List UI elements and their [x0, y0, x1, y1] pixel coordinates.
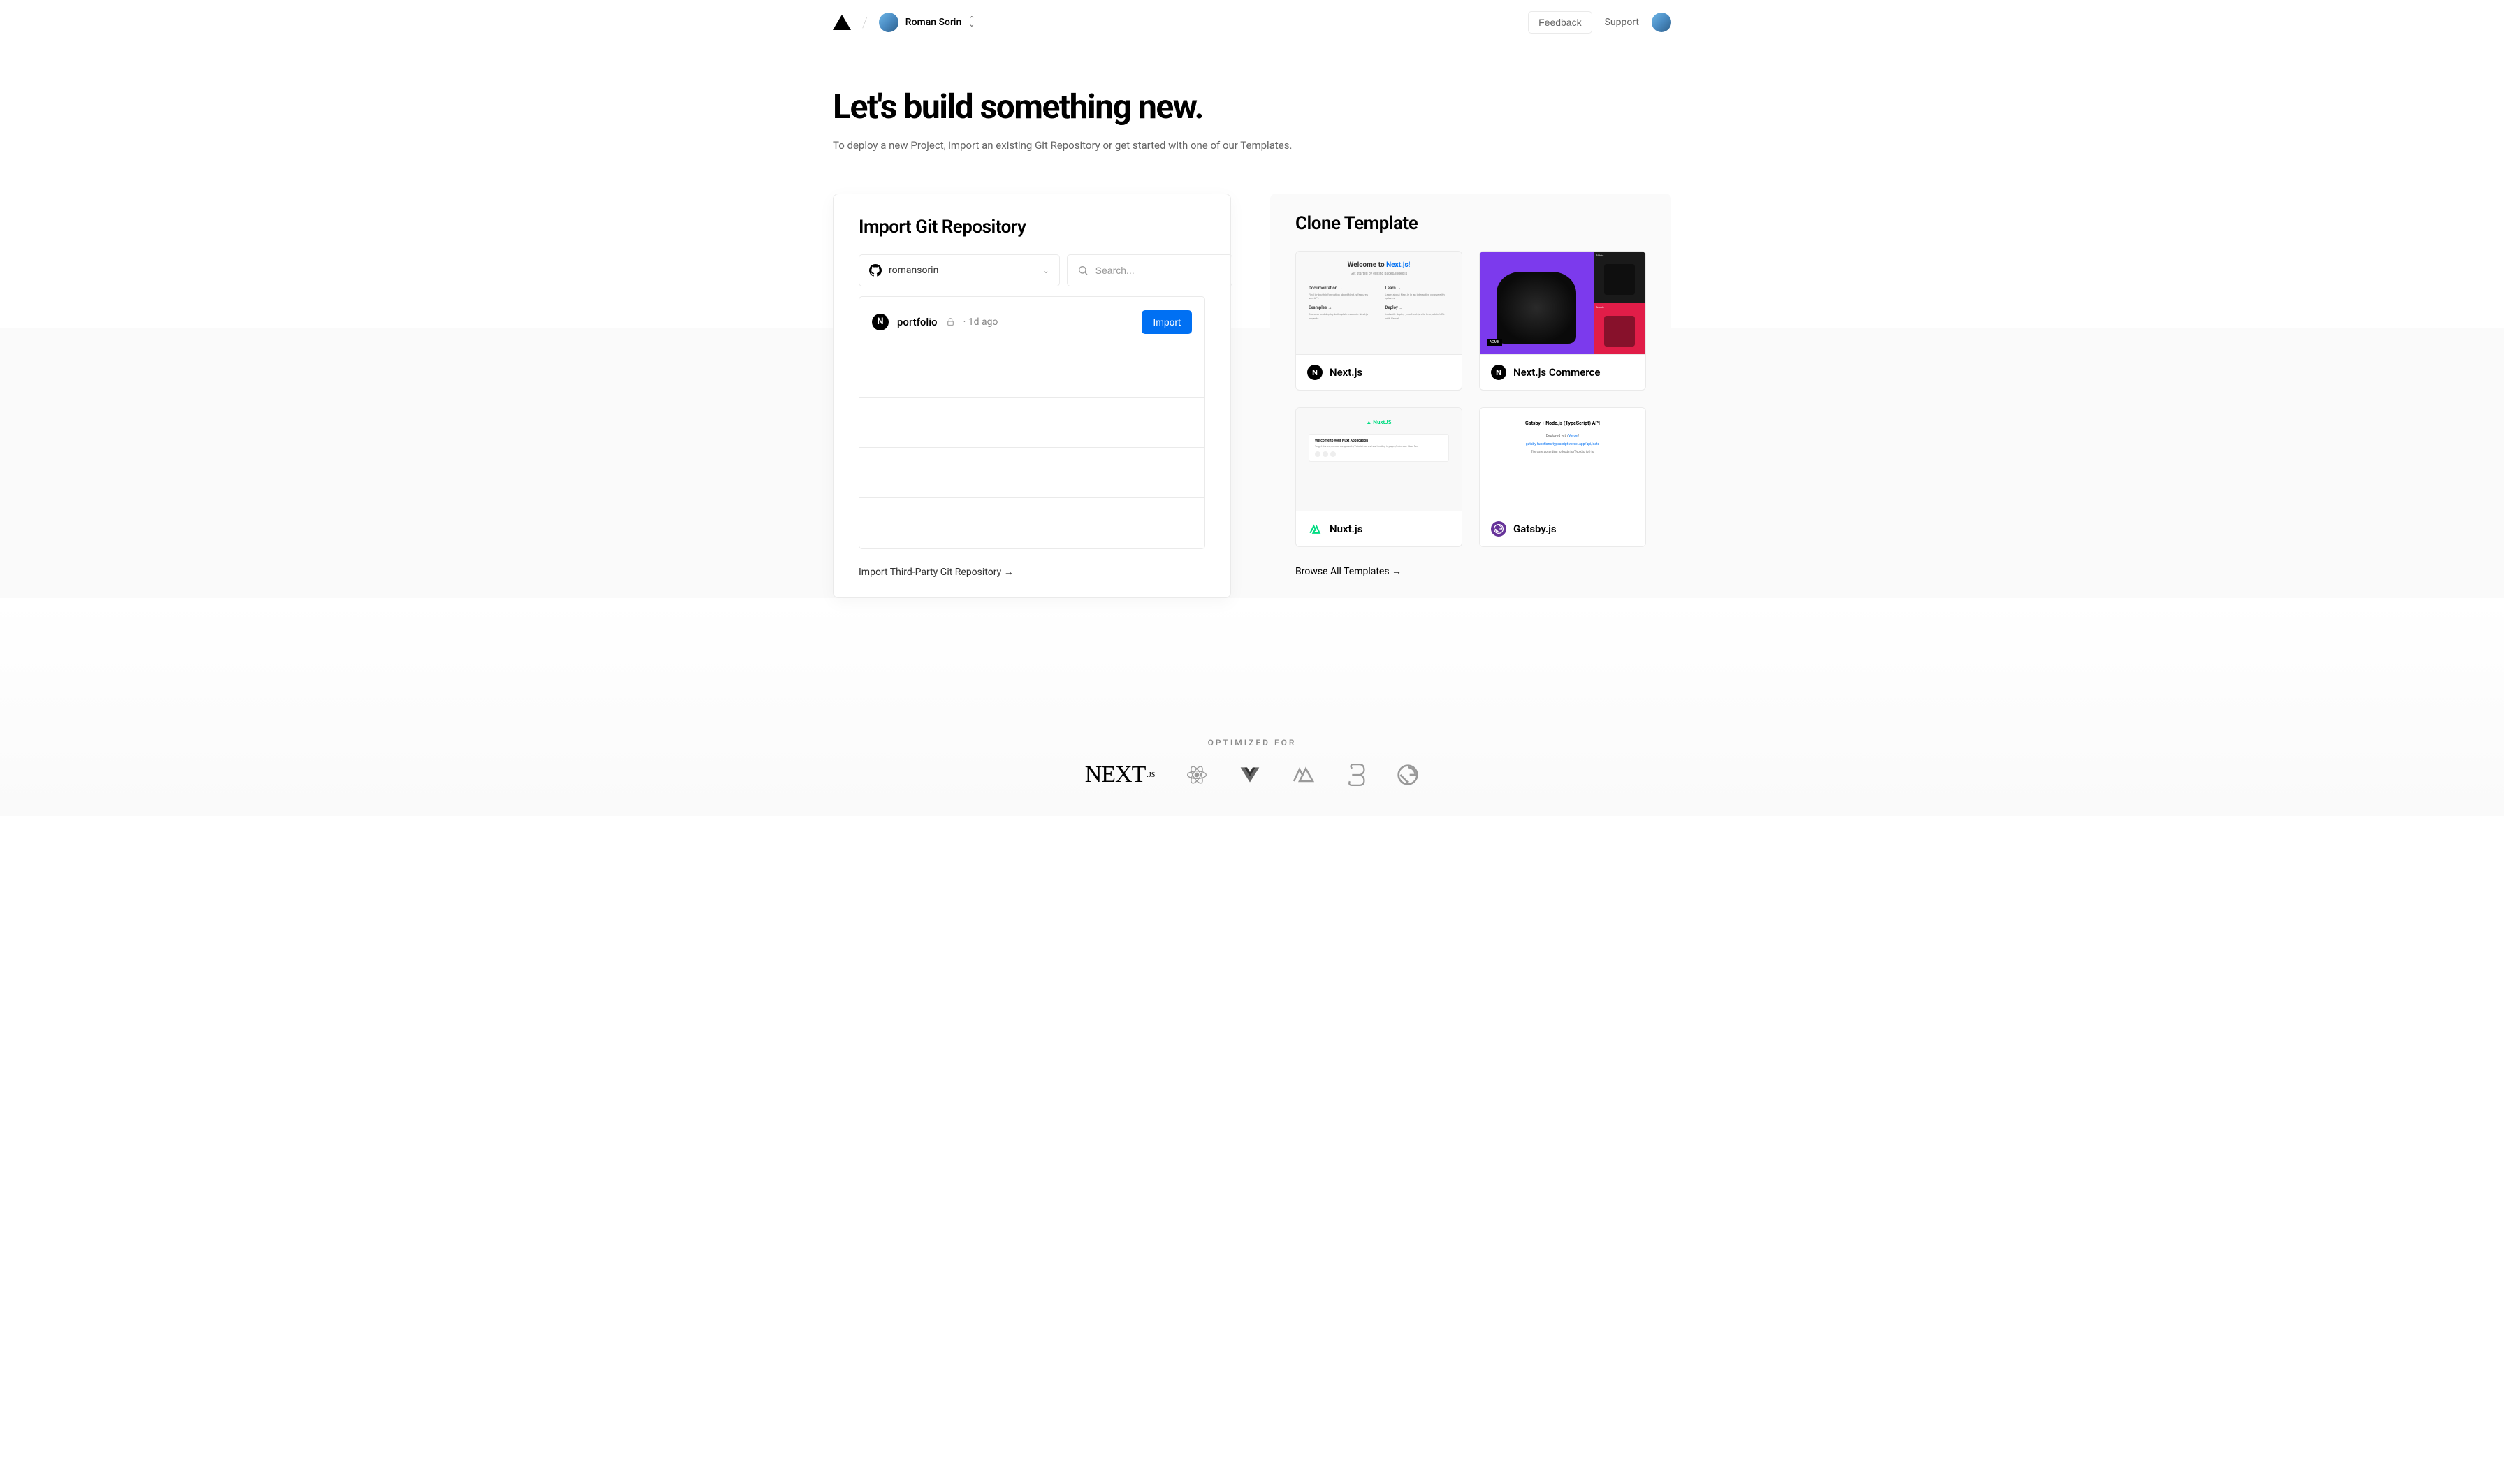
clone-title: Clone Template	[1295, 213, 1646, 234]
feedback-button[interactable]: Feedback	[1528, 11, 1592, 34]
chevron-down-icon: ⌄	[1042, 266, 1049, 275]
lock-icon	[946, 317, 955, 326]
page-subtitle: To deploy a new Project, import an exist…	[833, 139, 1671, 152]
nextjs-icon: N	[1491, 365, 1506, 380]
template-name: Next.js Commerce	[1513, 366, 1600, 379]
account-avatar-icon	[879, 13, 898, 32]
nextjs-logo-icon: NEXT.JS	[1085, 762, 1156, 788]
template-name: Next.js	[1330, 366, 1362, 379]
repo-row-empty	[859, 398, 1204, 448]
user-avatar-icon[interactable]	[1652, 13, 1671, 32]
vercel-logo-icon[interactable]	[833, 15, 851, 30]
template-card-nextjs[interactable]: Welcome to Next.js! Get started by editi…	[1295, 251, 1462, 391]
import-third-party-link[interactable]: Import Third-Party Git Repository →	[859, 566, 1205, 578]
template-name: Nuxt.js	[1330, 523, 1362, 535]
repo-search-input[interactable]	[1096, 265, 1222, 276]
account-name: Roman Sorin	[905, 17, 962, 28]
git-account-select[interactable]: romansorin ⌄	[859, 254, 1060, 286]
nextjs-icon: N	[1307, 365, 1323, 380]
git-account-label: romansorin	[889, 265, 938, 276]
repo-meta: · 1d ago	[963, 317, 998, 328]
breadcrumb-slash: /	[862, 14, 868, 31]
page-title: Let's build something new.	[833, 87, 1671, 126]
svelte-logo-icon	[1346, 764, 1366, 786]
template-card-commerce[interactable]: ACME T-Shirt Beanie N Next.js Commerce	[1479, 251, 1646, 391]
account-selector[interactable]: Roman Sorin ⌃⌄	[879, 13, 975, 32]
nuxt-logo-icon	[1292, 766, 1316, 783]
template-name: Gatsby.js	[1513, 523, 1557, 535]
import-panel: Import Git Repository romansorin ⌄	[833, 194, 1231, 598]
template-thumb: ACME T-Shirt Beanie	[1480, 252, 1645, 355]
framework-logos-row: NEXT.JS	[0, 762, 2504, 788]
template-thumb: Welcome to Next.js! Get started by editi…	[1296, 252, 1462, 355]
nuxt-icon	[1307, 521, 1323, 537]
search-icon	[1077, 265, 1089, 276]
clone-panel: Clone Template Welcome to Next.js! Get s…	[1270, 194, 1671, 598]
optimized-label: OPTIMIZED FOR	[0, 738, 2504, 748]
gatsby-icon	[1491, 521, 1506, 537]
browse-all-link[interactable]: Browse All Templates →	[1295, 565, 1646, 577]
repo-row-empty	[859, 448, 1204, 498]
selector-updown-icon: ⌃⌄	[968, 17, 975, 27]
react-logo-icon	[1186, 764, 1208, 786]
vue-logo-icon	[1239, 765, 1261, 785]
import-button[interactable]: Import	[1142, 310, 1192, 334]
repo-row: N portfolio · 1d ago Import	[859, 297, 1204, 347]
template-thumb: Gatsby + Node.js (TypeScript) API Deploy…	[1480, 408, 1645, 511]
github-icon	[869, 264, 882, 277]
import-title: Import Git Repository	[859, 217, 1205, 238]
support-link[interactable]: Support	[1605, 17, 1639, 28]
template-card-nuxt[interactable]: ▲ NuxtJS Welcome to your Nuxt Applicatio…	[1295, 407, 1462, 547]
repo-search-box[interactable]	[1067, 254, 1232, 286]
repo-row-empty	[859, 498, 1204, 548]
repo-list: N portfolio · 1d ago Import	[859, 296, 1205, 549]
template-card-gatsby[interactable]: Gatsby + Node.js (TypeScript) API Deploy…	[1479, 407, 1646, 547]
template-thumb: ▲ NuxtJS Welcome to your Nuxt Applicatio…	[1296, 408, 1462, 511]
gatsby-logo-icon	[1397, 764, 1419, 786]
nextjs-icon: N	[872, 314, 889, 330]
repo-row-empty	[859, 347, 1204, 398]
repo-name: portfolio	[897, 316, 938, 328]
